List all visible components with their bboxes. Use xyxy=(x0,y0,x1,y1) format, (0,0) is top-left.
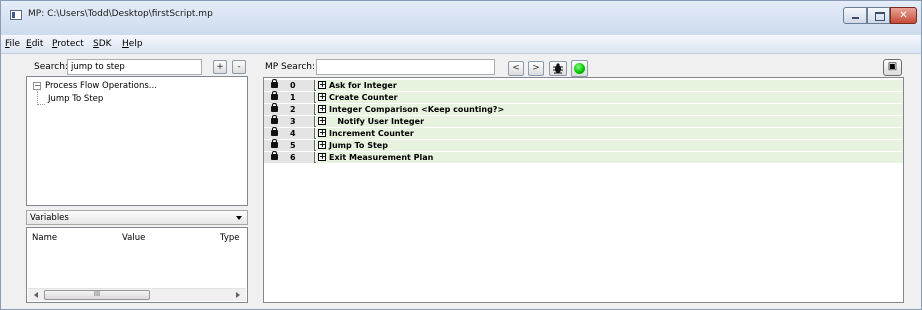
step-name: Jump To Step xyxy=(329,141,388,150)
horizontal-scrollbar[interactable]: III xyxy=(28,288,246,301)
step-name: Increment Counter xyxy=(329,129,414,138)
step-row[interactable]: 4 + Increment Counter xyxy=(264,127,903,139)
menu-protect[interactable]: Protect xyxy=(52,39,84,49)
step-name: Notify User Integer xyxy=(329,117,425,126)
step-body: + Notify User Integer xyxy=(316,116,903,127)
lock-icon[interactable] xyxy=(271,91,278,100)
column-header-value[interactable]: Value xyxy=(122,233,145,243)
minimize-button[interactable] xyxy=(843,7,867,24)
expand-icon[interactable]: + xyxy=(318,153,326,161)
column-header-type[interactable]: Type xyxy=(220,233,240,243)
step-name: Ask for Integer xyxy=(329,81,397,90)
step-row[interactable]: 5 + Jump To Step xyxy=(264,139,903,151)
step-row[interactable]: 0 + Ask for Integer xyxy=(264,79,903,91)
scroll-left-icon[interactable] xyxy=(34,292,38,298)
column-header-name[interactable]: Name xyxy=(32,233,57,243)
bug-icon xyxy=(553,63,563,74)
status-indicator-icon[interactable] xyxy=(571,60,588,77)
measurement-plan-panel: 0 + Ask for Integer 1 + Create Counter 2 xyxy=(263,77,904,303)
panel-toggle-button[interactable]: ▣ xyxy=(883,59,902,76)
left-search-input[interactable]: jump to step xyxy=(67,59,202,75)
scroll-right-icon[interactable] xyxy=(236,292,240,298)
title-bar: MP: C:\Users\Todd\Desktop\firstScript.mp… xyxy=(1,1,921,35)
mp-search-label: MP Search: xyxy=(265,62,316,72)
expand-icon[interactable]: + xyxy=(318,81,326,89)
step-row[interactable]: 2 + Integer Comparison <Keep counting?> xyxy=(264,103,903,115)
step-body: + Create Counter xyxy=(316,92,903,103)
window-title: MP: C:\Users\Todd\Desktop\firstScript.mp xyxy=(28,9,213,19)
variables-list: Name Value Type III xyxy=(26,227,248,303)
mp-search-input[interactable] xyxy=(316,59,495,75)
maximize-button[interactable] xyxy=(867,7,890,24)
step-gutter: 6 xyxy=(264,151,315,163)
step-number: 5 xyxy=(290,141,296,150)
debug-button[interactable] xyxy=(549,61,567,76)
step-gutter: 5 xyxy=(264,139,315,151)
expand-icon[interactable]: + xyxy=(318,117,326,125)
expand-icon[interactable]: + xyxy=(318,129,326,137)
step-name: Exit Measurement Plan xyxy=(329,153,434,162)
step-number: 3 xyxy=(290,117,296,126)
lock-icon[interactable] xyxy=(271,151,278,160)
app-icon xyxy=(10,10,22,20)
menu-bar: File Edit Protect SDK Help xyxy=(1,35,921,54)
next-button[interactable]: > xyxy=(528,61,544,76)
variables-dropdown-value: Variables xyxy=(30,213,69,223)
step-number: 1 xyxy=(290,93,296,102)
expand-icon[interactable]: + xyxy=(318,141,326,149)
left-search-label: Search: xyxy=(34,62,68,72)
step-body: + Exit Measurement Plan xyxy=(316,152,903,163)
expand-icon[interactable]: + xyxy=(318,93,326,101)
lock-icon[interactable] xyxy=(271,139,278,148)
menu-edit[interactable]: Edit xyxy=(26,39,43,49)
scroll-thumb[interactable]: III xyxy=(44,290,150,300)
step-row[interactable]: 6 + Exit Measurement Plan xyxy=(264,151,903,163)
close-button[interactable]: ✕ xyxy=(890,7,917,24)
chevron-down-icon xyxy=(236,216,242,220)
menu-file[interactable]: File xyxy=(5,39,20,49)
expand-icon[interactable]: + xyxy=(318,105,326,113)
step-number: 2 xyxy=(290,105,296,114)
tree-item-process-flow[interactable]: Process Flow Operations... xyxy=(45,81,157,91)
lock-icon[interactable] xyxy=(271,103,278,112)
step-number: 4 xyxy=(290,129,296,138)
lock-icon[interactable] xyxy=(271,115,278,124)
step-gutter: 0 xyxy=(264,79,315,91)
tree-item-jump-to-step[interactable]: Jump To Step xyxy=(48,94,103,104)
app-window: MP: C:\Users\Todd\Desktop\firstScript.mp… xyxy=(0,0,922,310)
menu-sdk[interactable]: SDK xyxy=(93,39,112,49)
collapse-icon[interactable]: − xyxy=(33,82,41,90)
step-body: + Increment Counter xyxy=(316,128,903,139)
step-row[interactable]: 1 + Create Counter xyxy=(264,91,903,103)
step-gutter: 3 xyxy=(264,115,315,127)
step-gutter: 1 xyxy=(264,91,315,103)
variables-dropdown[interactable]: Variables xyxy=(26,210,248,225)
step-body: + Ask for Integer xyxy=(316,80,903,91)
tree-connector xyxy=(37,91,38,105)
step-gutter: 4 xyxy=(264,127,315,139)
tree-connector xyxy=(37,104,45,105)
step-number: 0 xyxy=(290,81,296,90)
remove-button[interactable]: - xyxy=(232,60,246,74)
step-number: 6 xyxy=(290,153,296,162)
step-row[interactable]: 3 + Notify User Integer xyxy=(264,115,903,127)
step-name: Integer Comparison <Keep counting?> xyxy=(329,105,505,114)
add-button[interactable]: + xyxy=(213,60,227,74)
step-gutter: 2 xyxy=(264,103,315,115)
menu-help[interactable]: Help xyxy=(122,39,143,49)
close-icon: ✕ xyxy=(899,10,908,21)
lock-icon[interactable] xyxy=(271,127,278,136)
previous-button[interactable]: < xyxy=(508,61,524,76)
operations-tree: − Process Flow Operations... Jump To Ste… xyxy=(26,76,248,206)
step-name: Create Counter xyxy=(329,93,398,102)
step-body: + Integer Comparison <Keep counting?> xyxy=(316,104,903,115)
lock-icon[interactable] xyxy=(271,79,278,88)
step-body: + Jump To Step xyxy=(316,140,903,151)
